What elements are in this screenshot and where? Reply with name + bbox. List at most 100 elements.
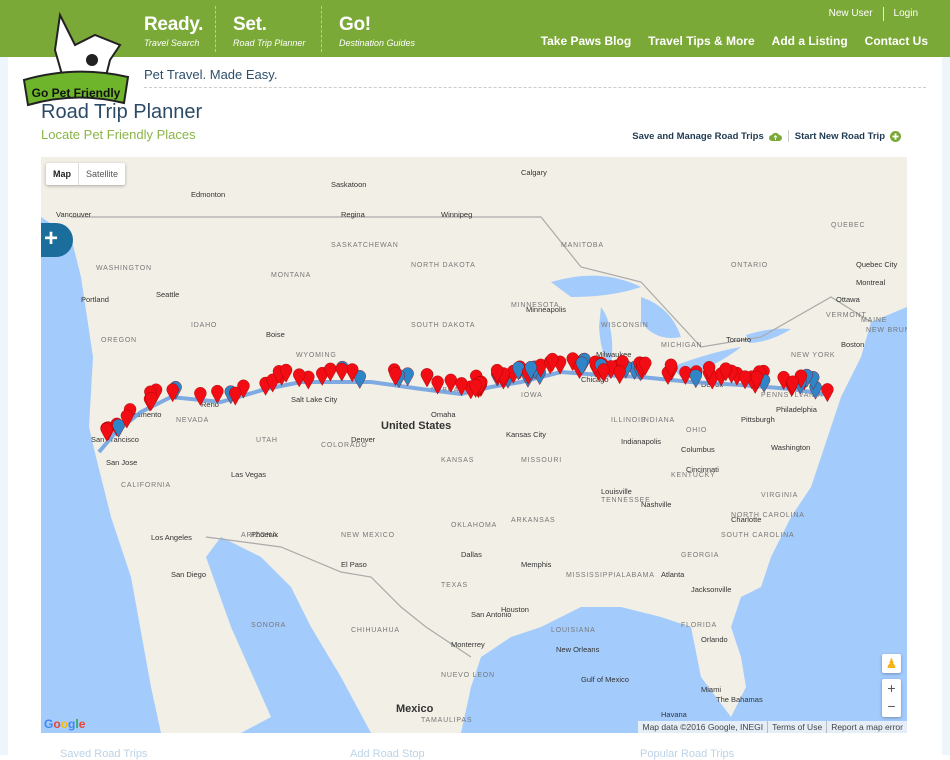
nav-blog[interactable]: Take Paws Blog (541, 34, 631, 48)
map-label: Ottawa (836, 295, 861, 304)
terms-link[interactable]: Terms of Use (767, 721, 826, 733)
nav-ready[interactable]: Ready. Travel Search (144, 14, 203, 48)
map-type-map[interactable]: Map (46, 163, 78, 185)
map-label: OKLAHOMA (451, 522, 497, 529)
street-view-pegman[interactable]: ♟ (882, 654, 901, 673)
report-error-link[interactable]: Report a map error (826, 721, 907, 733)
zoom-out-button[interactable]: − (882, 697, 901, 715)
page-edge (942, 57, 950, 755)
map-label: NEW MEXICO (341, 532, 395, 539)
step-title: Set. (233, 14, 267, 35)
map-label: NEVADA (176, 417, 209, 424)
nav-go[interactable]: Go! Destination Guides (339, 14, 415, 48)
new-trip-button[interactable]: Start New Road Trip (789, 130, 907, 142)
map-label: SOUTH CAROLINA (721, 532, 794, 539)
map-label: Philadelphia (776, 405, 818, 414)
map-label: Atlanta (661, 570, 685, 579)
map-label: Omaha (431, 410, 456, 419)
svg-text:Go Pet Friendly: Go Pet Friendly (32, 86, 121, 100)
map-label: Washington (771, 443, 810, 452)
step-title: Go! (339, 14, 371, 35)
footer-add-stop[interactable]: Add Road Stop (350, 748, 425, 760)
map-label: Saskatoon (331, 180, 366, 189)
road-trip-map[interactable]: Vancouver Calgary Seattle WASHINGTON Portlan… (41, 157, 907, 733)
go-pet-friendly-logo[interactable]: Go Pet Friendly (20, 5, 132, 110)
map-label: Los Angeles (151, 533, 192, 542)
map-label: Charlotte (731, 515, 761, 524)
map-label: OHIO (686, 427, 707, 434)
map-label: NEW YORK (791, 352, 835, 359)
map-canvas[interactable]: Vancouver Calgary Seattle WASHINGTON Portlan… (41, 157, 907, 733)
save-trips-button[interactable]: Save and Manage Road Trips (626, 131, 787, 142)
nav-travel-tips[interactable]: Travel Tips & More (648, 34, 754, 48)
divider (321, 6, 322, 52)
divider (144, 87, 926, 88)
map-label: Boise (266, 330, 285, 339)
map-label: Miami (701, 685, 721, 694)
map-label: Boston (841, 340, 864, 349)
map-label: San Jose (106, 458, 137, 467)
nav-set[interactable]: Set. Road Trip Planner (233, 14, 305, 48)
map-label: Denver (351, 435, 376, 444)
map-label: WYOMING (296, 352, 337, 359)
map-label: New Orleans (556, 645, 600, 654)
map-label: SASKATCHEWAN (331, 242, 399, 249)
map-label: Columbus (681, 445, 715, 454)
map-label: MISSISSIPPI (566, 572, 616, 579)
map-label: NUEVO LEON (441, 672, 495, 679)
map-label: TAMAULIPAS (421, 717, 472, 724)
login-link[interactable]: Login (884, 8, 928, 21)
save-label: Save and Manage Road Trips (632, 130, 764, 142)
zoom-control: + − (882, 679, 901, 717)
map-label: Quebec City (856, 260, 898, 269)
map-label: IDAHO (191, 322, 217, 329)
top-bar (0, 0, 950, 57)
map-label: Montreal (856, 278, 886, 287)
step-subtitle: Travel Search (144, 38, 200, 48)
map-label: KANSAS (441, 457, 474, 464)
step-title: Ready. (144, 14, 204, 35)
map-label: Dallas (461, 550, 482, 559)
map-label: Regina (341, 210, 366, 219)
map-label: MICHIGAN (661, 342, 702, 349)
map-type-satellite[interactable]: Satellite (78, 163, 125, 185)
map-label: Salt Lake City (291, 395, 338, 404)
new-user-link[interactable]: New User (819, 8, 883, 21)
map-label: QUEBEC (831, 222, 865, 229)
map-label: Cincinnati (686, 465, 719, 474)
footer-popular[interactable]: Popular Road Trips (640, 748, 734, 760)
footer-saved[interactable]: Saved Road Trips (60, 748, 147, 760)
map-label: NEW BRUNSWICK (866, 327, 907, 334)
nav-contact[interactable]: Contact Us (865, 34, 928, 48)
map-label: Havana (661, 710, 688, 719)
map-label: Mexico (396, 703, 434, 715)
map-type-control: Map Satellite (46, 163, 126, 185)
new-trip-label: Start New Road Trip (794, 130, 885, 142)
page-subtitle: Locate Pet Friendly Places (41, 127, 196, 142)
divider (215, 6, 216, 52)
map-label: ONTARIO (731, 262, 768, 269)
map-label: Louisville (601, 487, 632, 496)
pegman-icon: ♟ (885, 656, 898, 671)
map-data-text: Map data ©2016 Google, INEGI (642, 722, 764, 732)
map-label: TEXAS (441, 582, 468, 589)
nav-add-listing[interactable]: Add a Listing (772, 34, 848, 48)
user-links: New User Login (819, 7, 928, 21)
map-label: ALABAMA (616, 572, 655, 579)
map-label: Phoenix (251, 530, 278, 539)
map-label: Edmonton (191, 190, 225, 199)
map-label: FLORIDA (681, 622, 717, 629)
map-label: San Antonio (471, 610, 511, 619)
map-label: San Francisco (91, 435, 139, 444)
map-label: SOUTH DAKOTA (411, 322, 475, 329)
map-label: CALIFORNIA (121, 482, 171, 489)
map-label: Toronto (726, 335, 751, 344)
page-edge (0, 57, 8, 755)
map-label: OREGON (101, 337, 137, 344)
map-label: MISSOURI (521, 457, 562, 464)
map-label: WASHINGTON (96, 265, 152, 272)
map-label: ARKANSAS (511, 517, 556, 524)
google-logo[interactable]: Google (44, 717, 85, 731)
step-subtitle: Road Trip Planner (233, 38, 306, 48)
zoom-in-button[interactable]: + (882, 679, 901, 697)
